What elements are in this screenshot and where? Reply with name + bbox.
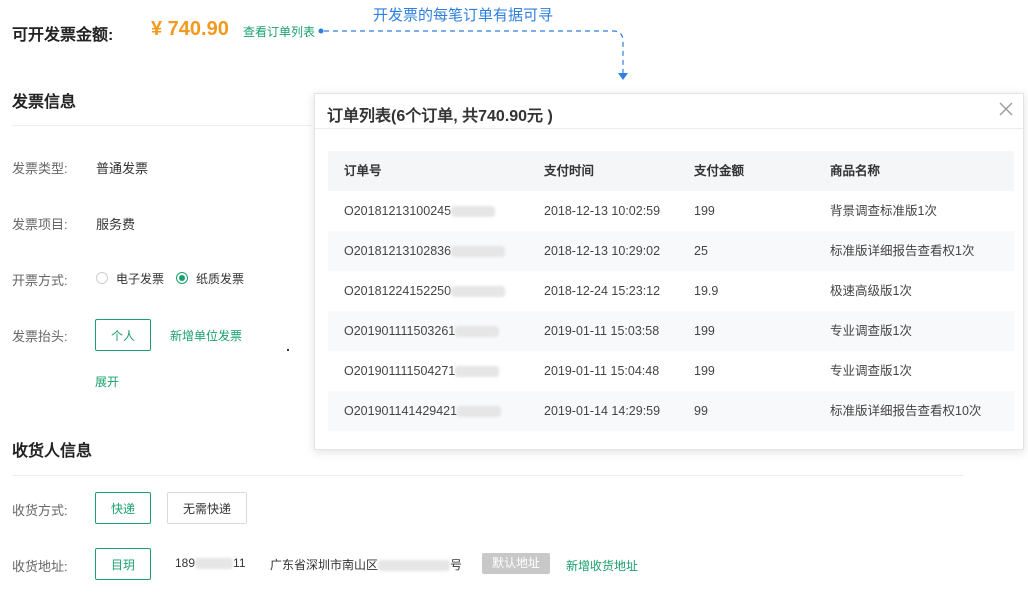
invoice-title-label: 发票抬头: xyxy=(12,329,68,344)
receiver-name-button[interactable]: 目玥 xyxy=(95,548,151,580)
product-name: 专业调查版1次 xyxy=(830,324,912,338)
address-suffix: 号 xyxy=(450,558,463,572)
add-address-link[interactable]: 新增收货地址 xyxy=(566,557,638,574)
receiver-section-title: 收货人信息 xyxy=(12,443,93,460)
column-header: 支付金额 xyxy=(694,164,745,178)
product-name: 极速高级版1次 xyxy=(830,284,912,298)
invoice-section-title: 发票信息 xyxy=(12,94,77,111)
expand-link[interactable]: 展开 xyxy=(95,373,119,390)
pay-time: 2018-12-13 10:29:02 xyxy=(544,244,661,258)
amount-label: 可开发票金额: xyxy=(12,27,114,44)
orders-table: 订单号 支付时间 支付金额 商品名称 O20181213100245 2018-… xyxy=(328,151,1014,431)
pay-time: 2018-12-24 15:23:12 xyxy=(544,284,661,298)
column-header: 支付时间 xyxy=(544,164,595,178)
pay-time: 2019-01-11 15:04:48 xyxy=(544,364,660,378)
pay-time: 2019-01-14 14:29:59 xyxy=(544,404,661,418)
dot xyxy=(287,349,289,351)
delivery-method-label: 收货方式: xyxy=(12,503,68,518)
invoice-type-value: 普通发票 xyxy=(96,161,149,176)
order-number: O201901111503261 xyxy=(344,311,500,351)
redacted-mark xyxy=(455,366,500,378)
table-row: O20181224152250 2018-12-24 15:23:12 19.9… xyxy=(328,271,1014,311)
radio-paper-label[interactable]: 纸质发票 xyxy=(196,270,244,287)
radio-electronic-invoice[interactable] xyxy=(96,272,108,284)
redacted-mark xyxy=(195,558,234,570)
default-address-badge: 默认地址 xyxy=(482,553,550,574)
order-number: O201901141429421 xyxy=(344,391,502,431)
product-name: 专业调查版1次 xyxy=(830,364,912,378)
column-header: 商品名称 xyxy=(830,164,881,178)
pay-amount: 199 xyxy=(694,364,715,378)
table-header: 订单号 支付时间 支付金额 商品名称 xyxy=(328,151,1014,191)
invoice-method-label: 开票方式: xyxy=(12,273,68,288)
receiver-phone: 189 11 xyxy=(175,556,246,570)
pay-amount: 25 xyxy=(694,244,708,258)
order-list-modal: 订单列表(6个订单, 共740.90元 ) 订单号 支付时间 支付金额 商品名称… xyxy=(314,93,1024,450)
order-number: O20181224152250 xyxy=(344,271,506,311)
receiver-address: 广东省深圳市南山区 号 xyxy=(270,556,462,573)
express-delivery-button[interactable]: 快递 xyxy=(95,492,151,524)
redacted-mark xyxy=(455,326,500,338)
redacted-mark xyxy=(451,286,506,298)
table-row: O20181213100245 2018-12-13 10:02:59 199 … xyxy=(328,191,1014,231)
address-prefix: 广东省深圳市南山区 xyxy=(270,558,379,572)
address-label: 收货地址: xyxy=(12,559,68,574)
table-row: O201901111503261 2019-01-11 15:03:58 199… xyxy=(328,311,1014,351)
redacted-mark xyxy=(451,246,506,258)
modal-header: 订单列表(6个订单, 共740.90元 ) xyxy=(315,94,1023,129)
annotation-arrow xyxy=(318,28,628,80)
pay-amount: 19.9 xyxy=(694,284,719,298)
redacted-mark xyxy=(451,206,496,218)
phone-prefix: 189 xyxy=(175,556,196,570)
add-company-invoice-link[interactable]: 新增单位发票 xyxy=(170,327,242,344)
no-delivery-button[interactable]: 无需快递 xyxy=(167,492,247,524)
product-name: 背景调查标准版1次 xyxy=(830,204,937,218)
annotation-text: 开发票的每笔订单有据可寻 xyxy=(373,7,554,24)
personal-title-button[interactable]: 个人 xyxy=(95,319,151,351)
product-name: 标准版详细报告查看权10次 xyxy=(830,404,982,418)
invoice-item-label: 发票项目: xyxy=(12,217,68,232)
invoice-type-label: 发票类型: xyxy=(12,161,68,176)
product-name: 标准版详细报告查看权1次 xyxy=(830,244,975,258)
radio-paper-invoice[interactable] xyxy=(176,272,188,284)
redacted-mark xyxy=(378,560,451,572)
divider xyxy=(12,475,964,476)
invoice-item-value: 服务费 xyxy=(96,217,136,232)
pay-amount: 199 xyxy=(694,324,715,338)
phone-suffix: 11 xyxy=(233,556,246,570)
view-orders-link[interactable]: 查看订单列表 xyxy=(243,23,315,40)
amount-value: ¥ 740.90 xyxy=(151,18,229,40)
pay-amount: 199 xyxy=(694,204,715,218)
order-number: O20181213102836 xyxy=(344,231,506,271)
close-icon[interactable] xyxy=(997,100,1015,118)
order-number: O20181213100245 xyxy=(344,191,496,231)
radio-electronic-label[interactable]: 电子发票 xyxy=(116,270,164,287)
table-row: O20181213102836 2018-12-13 10:29:02 25 标… xyxy=(328,231,1014,271)
pay-amount: 99 xyxy=(694,404,708,418)
table-row: O201901141429421 2019-01-14 14:29:59 99 … xyxy=(328,391,1014,431)
column-header: 订单号 xyxy=(344,164,382,178)
order-number: O201901111504271 xyxy=(344,351,500,391)
redacted-mark xyxy=(457,406,502,418)
modal-title: 订单列表(6个订单, 共740.90元 ) xyxy=(327,108,553,125)
divider xyxy=(12,125,312,126)
pay-time: 2019-01-11 15:03:58 xyxy=(544,324,660,338)
pay-time: 2018-12-13 10:02:59 xyxy=(544,204,661,218)
table-row: O201901111504271 2019-01-11 15:04:48 199… xyxy=(328,351,1014,391)
